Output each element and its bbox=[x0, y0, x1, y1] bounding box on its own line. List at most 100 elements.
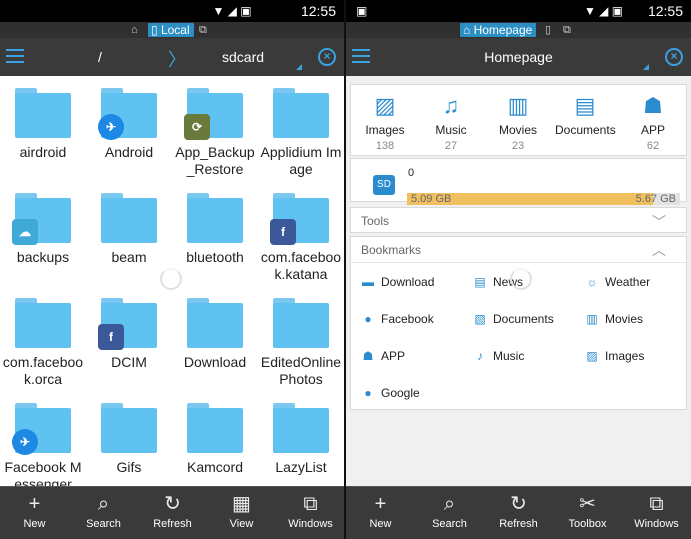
folder-item[interactable]: f DCIM bbox=[86, 286, 172, 371]
close-icon[interactable]: × bbox=[318, 48, 336, 66]
bookmark-label: APP bbox=[381, 349, 406, 363]
dropdown-corner-icon[interactable] bbox=[643, 64, 649, 70]
folder-item[interactable]: Gifs bbox=[86, 391, 172, 476]
button-label: Refresh bbox=[153, 518, 192, 530]
music-note-icon: ♪ bbox=[477, 349, 483, 363]
category-card: ▨ Images 138 ♫ Music 27 ▥ Movies 23 ▤ Documents ☗ A… bbox=[350, 84, 687, 156]
tools-title: Tools bbox=[361, 214, 390, 228]
path-root[interactable]: / bbox=[98, 49, 102, 65]
windows-button[interactable]: ⧉ Windows bbox=[276, 487, 344, 539]
switch-window-icon[interactable]: ⧉ bbox=[563, 22, 571, 38]
bookmark-movies[interactable]: ▥ Movies bbox=[585, 309, 643, 329]
dropdown-corner-icon[interactable] bbox=[296, 64, 302, 70]
storage-count: 0 bbox=[408, 167, 415, 179]
folder-item[interactable]: ☁ backups bbox=[0, 181, 86, 266]
folder-icon: f bbox=[98, 298, 157, 350]
folder-icon: ⟳ bbox=[184, 88, 243, 140]
folder-item[interactable]: EditedOnlinePhotos bbox=[258, 286, 344, 388]
title-toolbar: Homepage × bbox=[346, 38, 691, 76]
storage-usage-bar: 5.09 GB 5.67 GB bbox=[407, 193, 680, 205]
bookmark-music[interactable]: ♪ Music bbox=[473, 346, 524, 366]
refresh-button[interactable]: ↻ Refresh bbox=[138, 487, 207, 539]
folder-label: airdroid bbox=[19, 144, 67, 160]
movies-icon: ▥ bbox=[586, 312, 598, 326]
folder-icon: ✈ bbox=[12, 403, 71, 455]
windows-button[interactable]: ⧉ Windows bbox=[622, 487, 691, 539]
movie-icon: ▥ bbox=[507, 93, 529, 118]
clock: 12:55 bbox=[300, 3, 336, 19]
menu-icon[interactable] bbox=[6, 49, 24, 63]
sd-card-icon: SD bbox=[373, 175, 395, 195]
tools-section-header[interactable]: Tools ﹀ bbox=[350, 207, 687, 233]
loading-spinner bbox=[160, 268, 182, 290]
folder-icon bbox=[187, 298, 243, 348]
folder-item[interactable]: Download bbox=[172, 286, 258, 371]
bookmark-label: Documents bbox=[493, 312, 554, 326]
bookmark-images[interactable]: ▨ Images bbox=[585, 346, 644, 366]
folder-item[interactable]: com.facebook.orca bbox=[0, 286, 86, 388]
bookmark-facebook[interactable]: ● Facebook bbox=[361, 309, 433, 329]
search-button[interactable]: ⌕ Search bbox=[415, 487, 484, 539]
bookmark-download[interactable]: ▬ Download bbox=[361, 272, 434, 292]
category-images[interactable]: ▨ Images 138 bbox=[355, 85, 415, 152]
bookmarks-title: Bookmarks bbox=[361, 243, 422, 257]
folder-icon bbox=[273, 298, 329, 348]
storage-card[interactable]: SD 0 5.09 GB 5.67 GB bbox=[350, 158, 687, 205]
refresh-button[interactable]: ↻ Refresh bbox=[484, 487, 553, 539]
bookmark-app[interactable]: ☗ APP bbox=[361, 346, 405, 366]
bookmarks-section-header[interactable]: Bookmarks ︿ bbox=[351, 237, 686, 263]
refresh-icon: ↻ bbox=[510, 493, 527, 515]
tab-local-label: Local bbox=[160, 23, 190, 37]
folder-label: Facebook Messenger bbox=[4, 459, 82, 486]
bookmark-label: Movies bbox=[605, 312, 644, 326]
bottom-toolbar: + New ⌕ Search ↻ Refresh ✂ Toolbox ⧉ Windows bbox=[346, 486, 691, 539]
folder-item[interactable]: ⟳ App_Backup_Restore bbox=[172, 76, 258, 178]
category-label: Movies bbox=[498, 123, 537, 137]
new-button[interactable]: + New bbox=[346, 487, 415, 539]
bookmark-weather[interactable]: ☼ Weather bbox=[585, 272, 651, 292]
phone-icon[interactable]: ▯ bbox=[545, 22, 551, 38]
bookmark-documents[interactable]: ▧ Documents bbox=[473, 309, 554, 329]
status-icons: ▼ ◢ ▣ bbox=[583, 4, 624, 18]
globe-icon: ● bbox=[364, 312, 372, 326]
folder-icon bbox=[273, 403, 329, 453]
plus-icon: + bbox=[374, 493, 387, 515]
new-button[interactable]: + New bbox=[0, 487, 69, 539]
search-button[interactable]: ⌕ Search bbox=[69, 487, 138, 539]
button-label: Toolbox bbox=[568, 518, 607, 530]
windows-icon: ⧉ bbox=[649, 493, 664, 515]
chevron-up-icon: ︿ bbox=[652, 242, 666, 258]
folder-item[interactable]: f com.facebook.katana bbox=[258, 181, 344, 283]
tab-homepage[interactable]: ⌂ Homepage bbox=[460, 23, 537, 37]
folder-item[interactable]: Kamcord bbox=[172, 391, 258, 476]
category-music[interactable]: ♫ Music 27 bbox=[421, 85, 481, 152]
path-current[interactable]: sdcard bbox=[222, 49, 264, 65]
folder-item[interactable]: ✈ Facebook Messenger bbox=[0, 391, 86, 486]
button-label: Windows bbox=[288, 518, 333, 530]
toolbox-icon: ✂ bbox=[579, 493, 596, 515]
folder-item[interactable]: LazyList bbox=[258, 391, 344, 476]
plus-icon: + bbox=[28, 493, 41, 515]
category-app[interactable]: ☗ APP 62 bbox=[623, 85, 683, 152]
storage-total: 5.67 GB bbox=[635, 193, 676, 205]
toolbox-button[interactable]: ✂ Toolbox bbox=[553, 487, 622, 539]
switch-window-icon[interactable]: ⧉ bbox=[199, 22, 207, 38]
tab-local[interactable]: ▯ Local bbox=[148, 23, 194, 37]
folder-item[interactable]: ✈ Android bbox=[86, 76, 172, 161]
home-icon[interactable]: ⌂ bbox=[131, 22, 138, 38]
bookmark-google[interactable]: ● Google bbox=[361, 383, 419, 403]
folder-item[interactable]: bluetooth bbox=[172, 181, 258, 266]
category-movies[interactable]: ▥ Movies 23 bbox=[488, 85, 548, 152]
backups-icon: ☁ bbox=[12, 219, 38, 245]
folder-item[interactable]: Applidium Image bbox=[258, 76, 344, 178]
folder-item[interactable]: beam bbox=[86, 181, 172, 266]
messenger-icon: ✈ bbox=[98, 114, 124, 140]
close-icon[interactable]: × bbox=[665, 48, 683, 66]
folder-item[interactable]: airdroid bbox=[0, 76, 86, 161]
folder-label: Download bbox=[183, 354, 247, 370]
search-icon: ⌕ bbox=[443, 493, 456, 515]
category-documents[interactable]: ▤ Documents bbox=[555, 85, 616, 152]
folder-icon: ☁ bbox=[12, 193, 71, 245]
button-label: New bbox=[23, 518, 46, 530]
view-button[interactable]: ▦ View bbox=[207, 487, 276, 539]
